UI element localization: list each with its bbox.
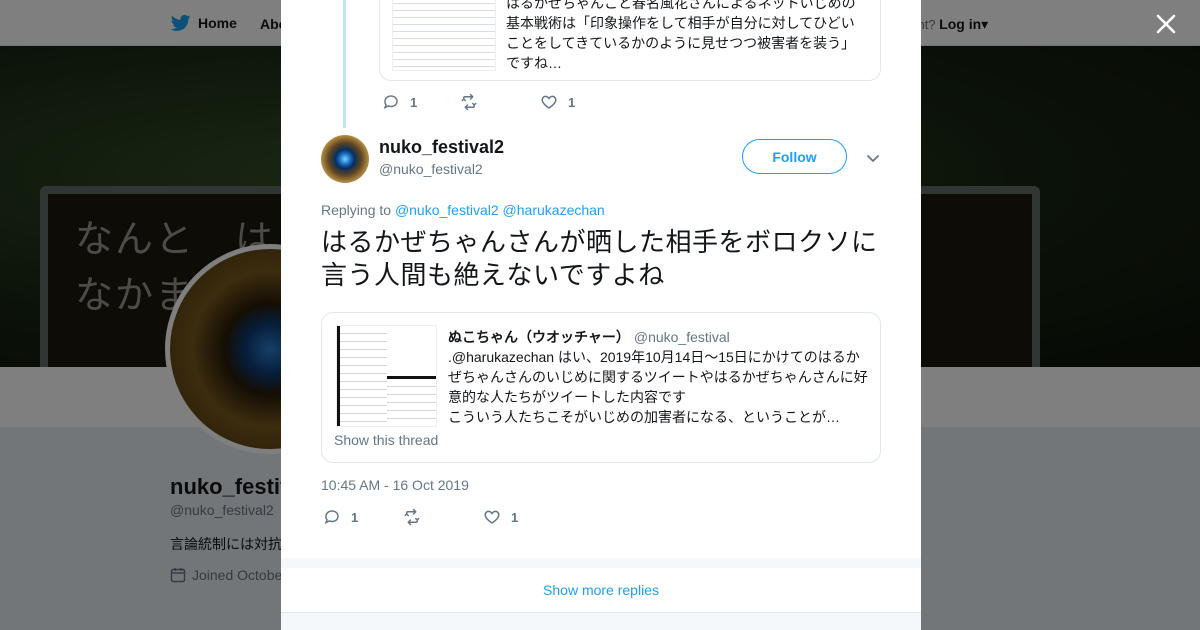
reply-icon bbox=[324, 510, 339, 525]
previous-tweet-actions: 1 1 bbox=[382, 93, 575, 111]
tweet-actions: 1 1 bbox=[323, 508, 518, 526]
follow-button[interactable]: Follow bbox=[742, 139, 847, 174]
replying-to: Replying to @nuko_festival2 @harukazecha… bbox=[321, 202, 605, 218]
reply-action[interactable]: 1 bbox=[323, 508, 403, 526]
tweet-timestamp[interactable]: 10:45 AM - 16 Oct 2019 bbox=[321, 477, 469, 493]
author-handle[interactable]: @nuko_festival2 bbox=[379, 161, 483, 177]
author-name[interactable]: nuko_festival2 bbox=[379, 137, 504, 158]
quoted-handle: @nuko_festival bbox=[633, 329, 730, 345]
quoted-tweet-thumbnail bbox=[336, 325, 437, 427]
section-divider bbox=[281, 558, 921, 568]
show-thread-link[interactable]: Show this thread bbox=[334, 432, 438, 448]
heart-icon bbox=[541, 95, 557, 109]
author-avatar[interactable] bbox=[321, 135, 369, 183]
like-action[interactable]: 1 bbox=[483, 508, 518, 526]
heart-icon bbox=[484, 510, 500, 524]
quoted-text: .@harukazechan はい、2019年10月14日～15日にかけてのはる… bbox=[448, 347, 872, 427]
replying-user-link[interactable]: @nuko_festival2 bbox=[395, 202, 499, 218]
quoted-author: ぬこちゃん（ウオッチャー） @nuko_festival bbox=[448, 329, 730, 345]
retweet-icon bbox=[404, 508, 420, 526]
tweet-text: はるかぜちゃんさんが晒した相手をボロクソに言う人間も絶えないですよね bbox=[321, 228, 878, 291]
modal-bottom-strip bbox=[281, 613, 921, 630]
previous-tweet-media-card[interactable]: はるかぜちゃんこと春名風花さんによるネットいじめの基本戦術は「印象操作をして相手… bbox=[379, 0, 881, 81]
reply-action[interactable]: 1 bbox=[382, 93, 460, 111]
close-icon[interactable] bbox=[1152, 10, 1180, 38]
quoted-text-line1: .@harukazechan はい、2019年10月14日～15日にかけてのはる… bbox=[448, 349, 868, 405]
replying-user-link[interactable]: @harukazechan bbox=[503, 202, 605, 218]
quoted-text-line2: こういう人たちこそがいじめの加害者になる、ということが… bbox=[448, 409, 840, 425]
thread-connector-line bbox=[343, 0, 346, 128]
tweet-modal: はるかぜちゃんこと春名風花さんによるネットいじめの基本戦術は「印象操作をして相手… bbox=[281, 0, 921, 630]
previous-card-thumbnail bbox=[392, 0, 496, 71]
previous-card-text: はるかぜちゃんこと春名風花さんによるネットいじめの基本戦術は「印象操作をして相手… bbox=[506, 0, 856, 71]
chevron-down-icon[interactable] bbox=[865, 150, 881, 166]
retweet-action[interactable] bbox=[460, 93, 540, 111]
retweet-action[interactable] bbox=[403, 508, 483, 526]
retweet-icon bbox=[461, 93, 477, 111]
show-more-replies-button[interactable]: Show more replies bbox=[281, 568, 921, 613]
quoted-tweet[interactable]: ぬこちゃん（ウオッチャー） @nuko_festival .@harukazech… bbox=[321, 312, 881, 463]
like-action[interactable]: 1 bbox=[540, 93, 575, 111]
reply-icon bbox=[383, 95, 398, 110]
